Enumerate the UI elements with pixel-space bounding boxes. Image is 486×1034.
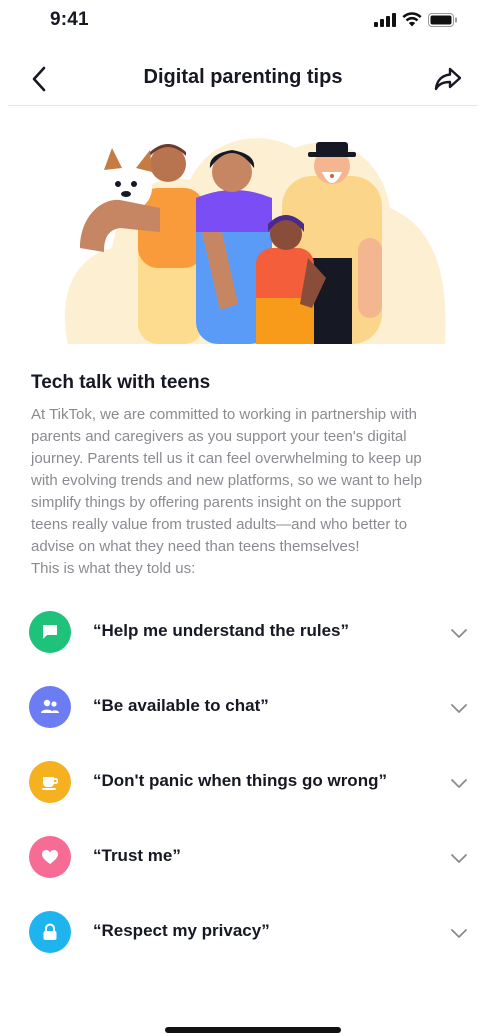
tip-label: “Be available to chat”	[93, 696, 269, 715]
status-bar: 9:41	[0, 0, 486, 44]
nav-bar: Digital parenting tips	[0, 50, 486, 106]
header-divider	[8, 105, 478, 106]
lock-icon	[43, 923, 57, 940]
tip-icon-badge	[29, 836, 71, 878]
tip-icon-badge	[29, 761, 71, 803]
cellular-signal-icon	[374, 12, 396, 27]
article-body: At TikTok, we are committed to working i…	[31, 404, 461, 580]
article-body-line: parents and caregivers as you support yo…	[31, 428, 407, 445]
article-body-line: This is what they told us:	[31, 560, 196, 577]
tip-item-available[interactable]: “Be available to chat”	[0, 671, 486, 746]
share-arrow-icon	[434, 67, 462, 91]
chat-bubble-icon	[43, 625, 57, 639]
article-body-line: teens really value from trusted adults—a…	[31, 516, 408, 533]
status-icons	[374, 12, 458, 27]
tip-label: “Don't panic when things go wrong”	[93, 771, 387, 790]
article-body-line: simplify things by offering parents insi…	[31, 494, 401, 511]
article-content: Tech talk with teens At TikTok, we are c…	[31, 372, 461, 580]
chevron-down-icon	[451, 629, 467, 638]
status-time: 9:41	[50, 9, 89, 30]
tips-list: “Help me understand the rules” “Be avail…	[0, 596, 486, 971]
article-body-line: advise on what they need than teens them…	[31, 538, 360, 555]
heart-icon	[42, 850, 58, 864]
tip-label: “Help me understand the rules”	[93, 621, 349, 640]
tip-label: “Respect my privacy”	[93, 921, 270, 940]
tip-item-dont-panic[interactable]: “Don't panic when things go wrong”	[0, 746, 486, 821]
chevron-down-icon	[451, 779, 467, 788]
article-body-line: with evolving trends and new platforms, …	[31, 472, 423, 489]
coffee-cup-icon	[42, 777, 59, 790]
tip-label: “Trust me”	[93, 846, 181, 865]
tip-icon-badge	[29, 686, 71, 728]
people-icon	[41, 699, 59, 713]
chevron-down-icon	[451, 704, 467, 713]
wifi-icon	[402, 12, 422, 27]
tip-icon-badge	[29, 611, 71, 653]
share-button[interactable]	[432, 64, 464, 94]
tip-icon-badge	[29, 911, 71, 953]
family-illustration	[64, 138, 446, 344]
chevron-down-icon	[451, 929, 467, 938]
battery-icon	[428, 12, 457, 27]
article-body-line: At TikTok, we are committed to working i…	[31, 406, 417, 423]
page-title: Digital parenting tips	[143, 66, 343, 88]
article-title: Tech talk with teens	[31, 372, 211, 393]
article-body-line: journey. Parents tell us it can feel ove…	[31, 450, 422, 467]
tip-item-privacy[interactable]: “Respect my privacy”	[0, 896, 486, 971]
chevron-down-icon	[451, 854, 467, 863]
tip-item-trust[interactable]: “Trust me”	[0, 821, 486, 896]
home-indicator	[165, 1027, 341, 1033]
tip-item-rules[interactable]: “Help me understand the rules”	[0, 596, 486, 671]
